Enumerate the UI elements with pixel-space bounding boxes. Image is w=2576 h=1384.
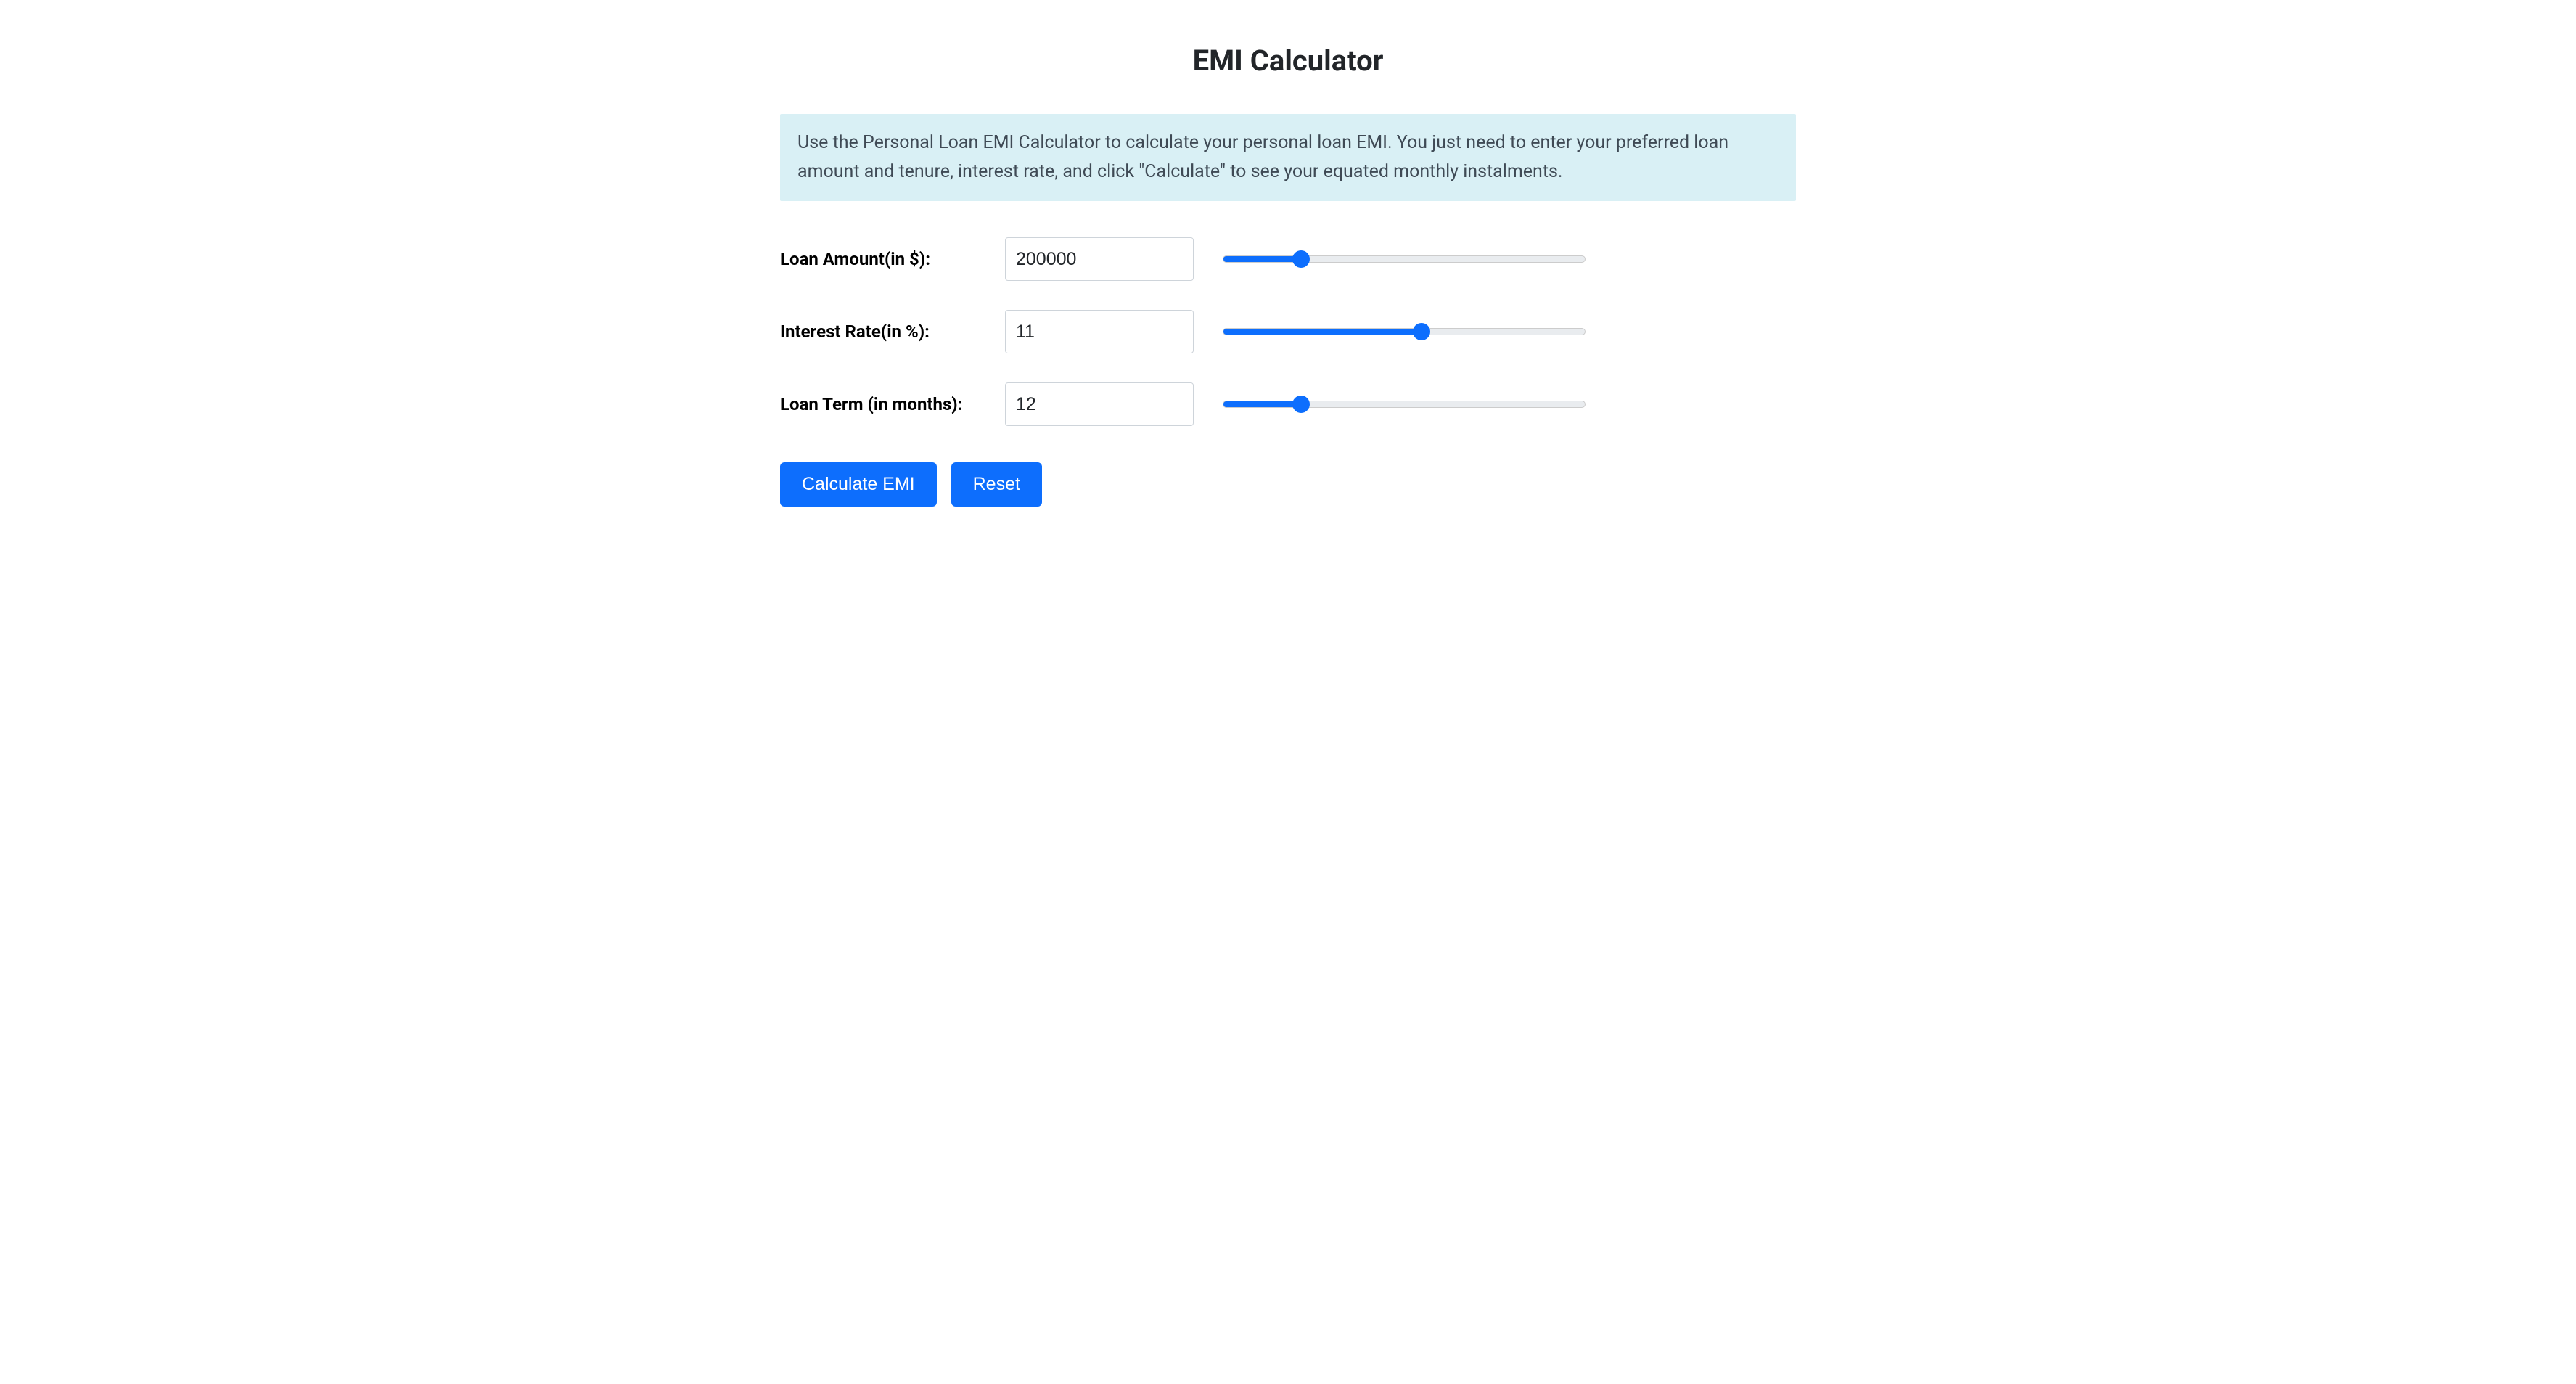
- interest-rate-slider[interactable]: [1223, 328, 1586, 335]
- loan-amount-slider[interactable]: [1223, 255, 1586, 263]
- loan-term-slider-wrap: [1201, 401, 1586, 408]
- loan-term-label: Loan Term (in months):: [780, 394, 998, 414]
- loan-amount-input[interactable]: [1005, 237, 1194, 281]
- loan-amount-label: Loan Amount(in $):: [780, 249, 998, 269]
- loan-term-slider[interactable]: [1223, 401, 1586, 408]
- description-box: Use the Personal Loan EMI Calculator to …: [780, 114, 1796, 201]
- reset-button[interactable]: Reset: [951, 462, 1042, 507]
- interest-rate-label: Interest Rate(in %):: [780, 322, 998, 342]
- interest-rate-row: Interest Rate(in %):: [780, 310, 1796, 353]
- loan-amount-slider-wrap: [1201, 255, 1586, 263]
- interest-rate-slider-wrap: [1201, 328, 1586, 335]
- loan-amount-row: Loan Amount(in $):: [780, 237, 1796, 281]
- loan-term-row: Loan Term (in months):: [780, 382, 1796, 426]
- page-title: EMI Calculator: [780, 44, 1796, 78]
- button-row: Calculate EMI Reset: [780, 462, 1796, 507]
- emi-calculator: EMI Calculator Use the Personal Loan EMI…: [780, 44, 1796, 507]
- interest-rate-input[interactable]: [1005, 310, 1194, 353]
- loan-term-input[interactable]: [1005, 382, 1194, 426]
- calculate-emi-button[interactable]: Calculate EMI: [780, 462, 937, 507]
